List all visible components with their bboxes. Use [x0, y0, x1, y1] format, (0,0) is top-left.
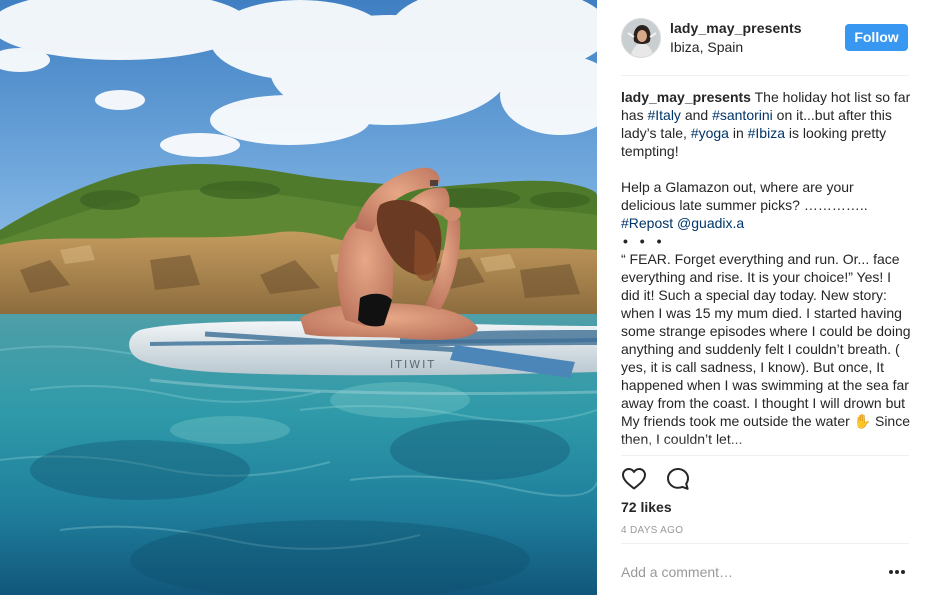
hashtag-italy[interactable]: #Italy	[647, 107, 680, 123]
avatar-image	[622, 19, 660, 57]
post-username[interactable]: lady_may_presents	[670, 20, 802, 36]
divider	[621, 543, 909, 544]
caption-fade-overlay	[621, 440, 911, 456]
comment-icon[interactable]	[665, 466, 691, 492]
post-photo[interactable]: ITIWIT	[0, 0, 597, 595]
caption-paragraph-1: lady_may_presents The holiday hot list s…	[621, 88, 911, 160]
hashtag-santorini[interactable]: #santorini	[712, 107, 773, 123]
follow-button[interactable]: Follow	[845, 24, 908, 51]
caption-comments-area[interactable]: lady_may_presents The holiday hot list s…	[621, 88, 911, 455]
hashtag-ibiza[interactable]: #Ibiza	[748, 125, 785, 141]
caption-text-1b: and	[680, 107, 713, 123]
post-location[interactable]: Ibiza, Spain	[670, 39, 743, 55]
heart-icon[interactable]	[621, 466, 647, 492]
post-actions	[621, 466, 705, 492]
caption-username[interactable]: lady_may_presents	[621, 89, 751, 105]
likes-count[interactable]: 72 likes	[621, 499, 672, 515]
caption-text-1d: in	[728, 125, 748, 141]
caption-paragraph-3: “ FEAR. Forget everything and run. Or...…	[621, 251, 911, 447]
caption-dots: • • •	[623, 233, 666, 249]
hashtag-repost[interactable]: #Repost	[621, 215, 673, 231]
avatar[interactable]	[621, 18, 661, 58]
post-header: lady_may_presents Ibiza, Spain Follow	[621, 18, 909, 76]
divider	[621, 455, 909, 456]
caption-repost-line: #Repost @guadix.a	[621, 214, 911, 232]
mention-guadix[interactable]: @guadix.a	[677, 215, 744, 231]
board-brand-text: ITIWIT	[390, 358, 436, 371]
more-options-icon[interactable]	[887, 565, 907, 579]
post-timestamp[interactable]: 4 DAYS AGO	[621, 525, 683, 536]
yoga-paddleboard-photo: ITIWIT	[0, 0, 597, 595]
caption-paragraph-2: Help a Glamazon out, where are your deli…	[621, 179, 868, 213]
add-comment-input[interactable]	[621, 562, 871, 582]
post-side-panel: lady_may_presents Ibiza, Spain Follow la…	[597, 0, 931, 595]
hashtag-yoga[interactable]: #yoga	[691, 125, 729, 141]
